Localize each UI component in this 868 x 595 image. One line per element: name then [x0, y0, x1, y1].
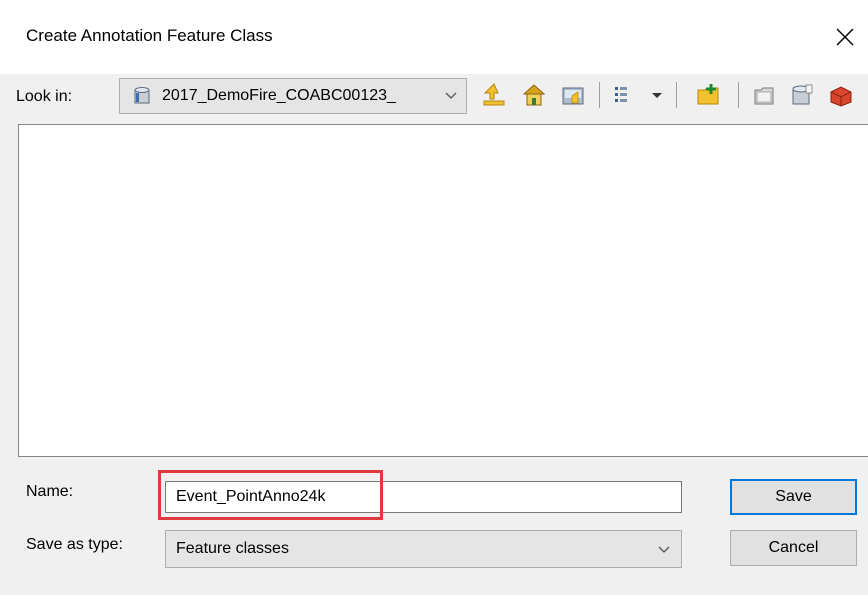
create-annotation-dialog: Create Annotation Feature Class Look in:…	[0, 0, 868, 595]
new-database-icon[interactable]	[789, 82, 815, 108]
home-icon[interactable]	[521, 82, 547, 108]
look-in-label: Look in:	[16, 88, 73, 105]
toolbar-separator	[676, 82, 677, 108]
close-icon	[836, 28, 854, 46]
toolbar-separator	[738, 82, 739, 108]
save-button[interactable]: Save	[730, 479, 857, 515]
save-as-type-select[interactable]: Feature classes	[165, 530, 682, 568]
toolbox-icon[interactable]	[828, 82, 854, 108]
close-button[interactable]	[822, 14, 868, 60]
connect-folder-icon[interactable]	[560, 82, 586, 108]
look-in-value: 2017_DemoFire_COABC00123_	[162, 87, 396, 104]
new-folder-icon[interactable]	[696, 82, 722, 108]
chevron-down-icon	[658, 546, 670, 553]
cancel-button[interactable]: Cancel	[730, 530, 857, 566]
up-one-level-icon[interactable]	[481, 82, 507, 108]
chevron-down-icon	[445, 92, 457, 99]
save-as-type-label: Save as type:	[26, 536, 123, 553]
window-title: Create Annotation Feature Class	[26, 26, 273, 45]
title-bar: Create Annotation Feature Class	[0, 0, 868, 74]
toolbar-separator	[599, 82, 600, 108]
look-in-dropdown[interactable]: 2017_DemoFire_COABC00123_	[119, 78, 467, 114]
name-label: Name:	[26, 483, 74, 500]
database-icon	[134, 87, 150, 104]
new-file-icon[interactable]	[751, 82, 777, 108]
file-list-view[interactable]	[18, 124, 868, 457]
view-dropdown-chevron-icon[interactable]	[648, 82, 666, 108]
save-as-type-value: Feature classes	[176, 540, 289, 557]
view-menu-icon[interactable]	[612, 82, 638, 108]
name-input[interactable]	[165, 481, 682, 513]
